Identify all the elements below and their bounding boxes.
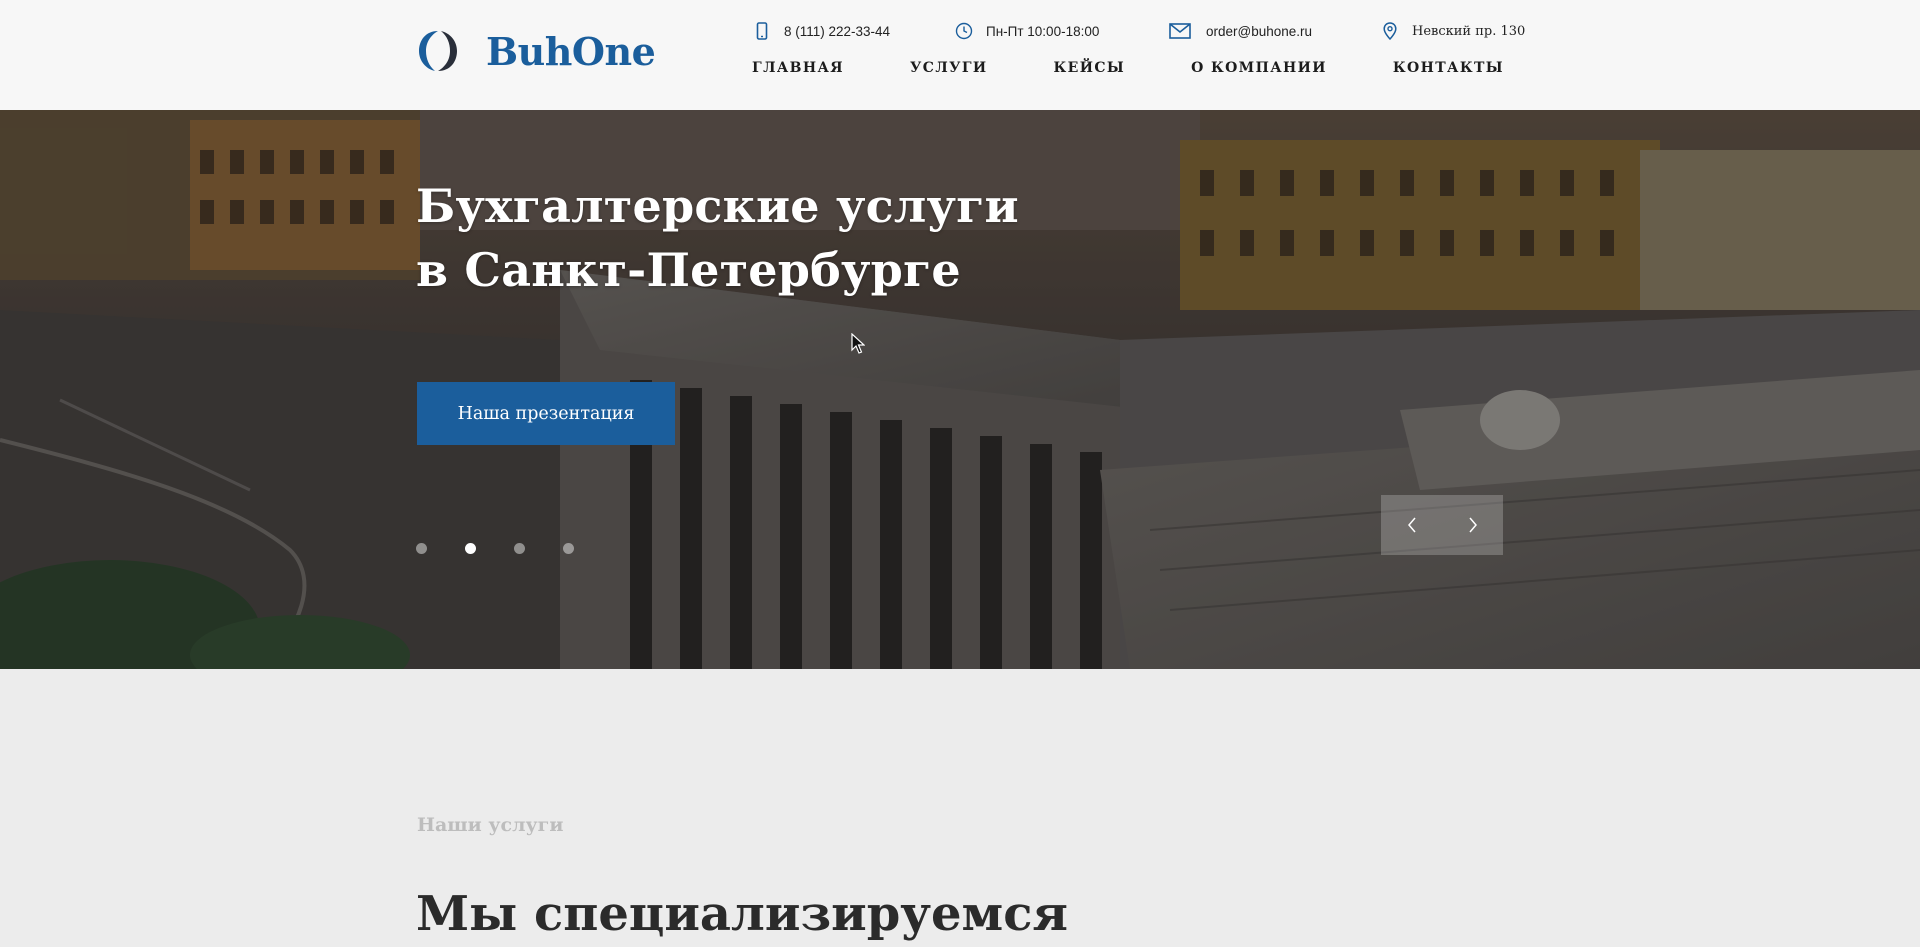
chevron-right-icon xyxy=(1468,517,1477,533)
hero-title-line-1: Бухгалтерские услуги xyxy=(416,179,1019,233)
contact-hours: Пн-Пт 10:00-18:00 xyxy=(954,21,1168,41)
hero-title: Бухгалтерские услуги в Санкт-Петербурге xyxy=(416,174,1116,302)
slider-arrows xyxy=(1381,495,1503,555)
site-header: BuhOne 8 (111) 222-33-44 Пн-Пт 10:00-18:… xyxy=(0,0,1920,110)
slider-dot-1[interactable] xyxy=(416,543,427,554)
chevron-left-icon xyxy=(1407,517,1416,533)
email-text: order@buhone.ru xyxy=(1206,23,1313,39)
slider-pagination xyxy=(416,543,574,554)
services-kicker: Наши услуги xyxy=(417,814,564,836)
contact-address: Невский пр. 130 xyxy=(1380,21,1525,41)
hero-title-line-2: в Санкт-Петербурге xyxy=(416,243,961,297)
location-pin-icon xyxy=(1380,21,1400,41)
slider-prev-button[interactable] xyxy=(1381,495,1442,555)
services-heading: Мы специализируемся xyxy=(416,886,1068,942)
contact-phone[interactable]: 8 (111) 222-33-44 xyxy=(752,21,954,41)
logo-icon xyxy=(419,31,457,71)
mouse-cursor-icon xyxy=(851,333,865,354)
hero-slider: Бухгалтерские услуги в Санкт-Петербурге … xyxy=(0,110,1920,669)
nav-home[interactable]: ГЛАВНАЯ xyxy=(752,60,844,76)
hours-text: Пн-Пт 10:00-18:00 xyxy=(986,23,1100,39)
contact-email[interactable]: order@buhone.ru xyxy=(1168,21,1380,41)
nav-cases[interactable]: КЕЙСЫ xyxy=(1054,60,1126,76)
clock-icon xyxy=(954,21,974,41)
slider-dot-3[interactable] xyxy=(514,543,525,554)
main-nav: ГЛАВНАЯ УСЛУГИ КЕЙСЫ О КОМПАНИИ КОНТАКТЫ xyxy=(752,60,1504,76)
contact-bar: 8 (111) 222-33-44 Пн-Пт 10:00-18:00 orde… xyxy=(752,20,1525,42)
nav-contacts[interactable]: КОНТАКТЫ xyxy=(1393,60,1504,76)
nav-about[interactable]: О КОМПАНИИ xyxy=(1191,60,1327,76)
brand-name: BuhOne xyxy=(486,28,656,74)
slider-dot-4[interactable] xyxy=(563,543,574,554)
phone-text: 8 (111) 222-33-44 xyxy=(784,23,891,39)
logo-link[interactable]: BuhOne xyxy=(416,28,656,74)
nav-services[interactable]: УСЛУГИ xyxy=(910,60,988,76)
phone-icon xyxy=(752,21,772,41)
slider-dot-2[interactable] xyxy=(465,543,476,554)
address-text: Невский пр. 130 xyxy=(1412,23,1526,39)
presentation-button[interactable]: Наша презентация xyxy=(417,382,675,445)
slider-next-button[interactable] xyxy=(1442,495,1503,555)
mail-icon xyxy=(1168,21,1192,41)
